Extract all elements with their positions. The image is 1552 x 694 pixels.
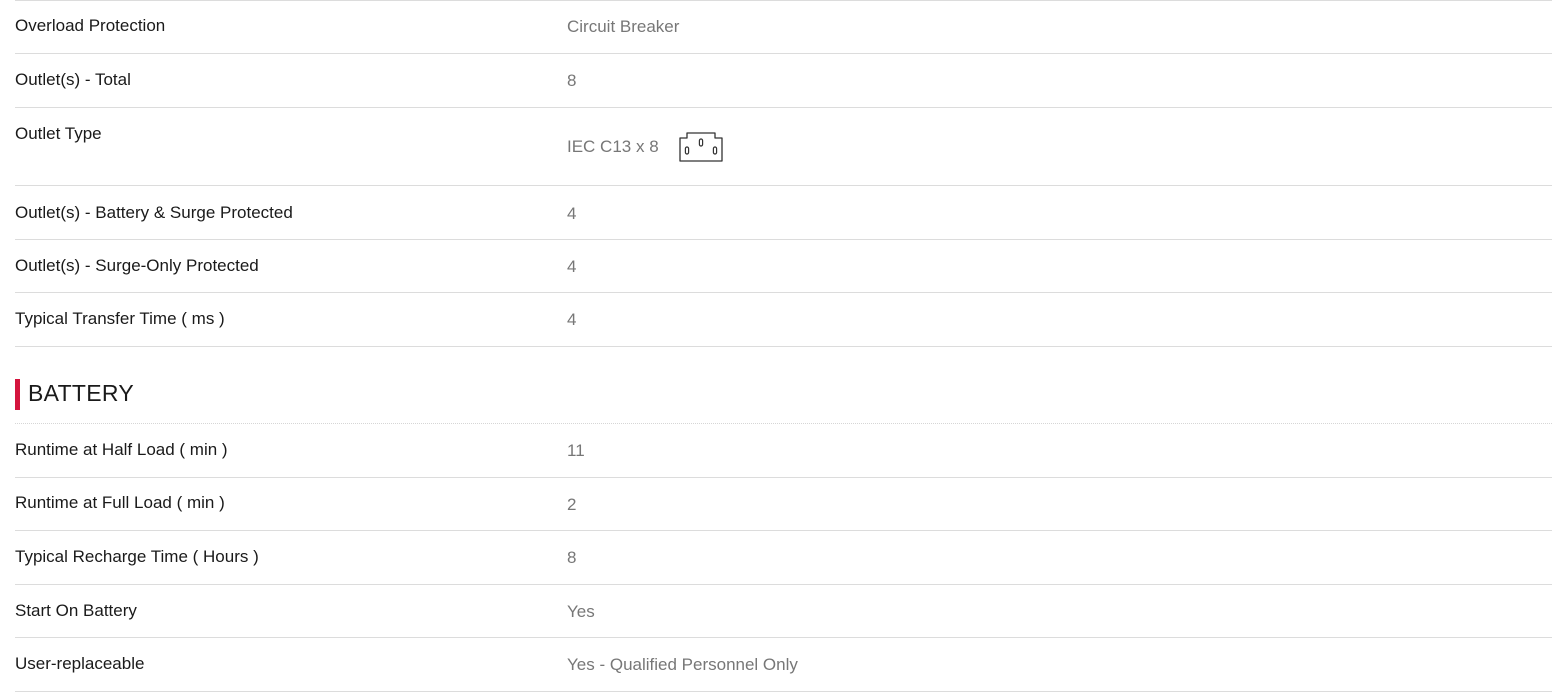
spec-row-outlet-type: Outlet Type IEC C13 x 8 bbox=[15, 108, 1552, 186]
section-accent-bar bbox=[15, 379, 20, 410]
spec-label: Overload Protection bbox=[15, 16, 166, 35]
iec-c13-outlet-icon bbox=[679, 132, 723, 162]
section-title: BATTERY bbox=[28, 380, 135, 406]
spec-row-runtime-half-load: Runtime at Half Load ( min ) 11 bbox=[15, 424, 1552, 478]
spec-row-overload-protection: Overload Protection Circuit Breaker bbox=[15, 1, 1552, 54]
spec-label: Typical Recharge Time ( Hours ) bbox=[15, 547, 259, 566]
spec-label: Runtime at Full Load ( min ) bbox=[15, 493, 225, 512]
spec-row-surge-only-outlets: Outlet(s) - Surge-Only Protected 4 bbox=[15, 240, 1552, 293]
spec-value: 11 bbox=[567, 441, 585, 460]
spec-label: Outlet Type bbox=[15, 124, 102, 143]
spec-label: Start On Battery bbox=[15, 601, 137, 620]
spec-label: Outlet(s) - Battery & Surge Protected bbox=[15, 203, 293, 222]
battery-section-header: BATTERY bbox=[15, 347, 1552, 424]
spec-value: Yes - Qualified Personnel Only bbox=[567, 655, 798, 674]
spec-row-runtime-full-load: Runtime at Full Load ( min ) 2 bbox=[15, 478, 1552, 531]
spec-row-start-on-battery: Start On Battery Yes bbox=[15, 585, 1552, 638]
spec-value: 2 bbox=[567, 495, 577, 514]
spec-label: User-replaceable bbox=[15, 654, 145, 673]
spec-value: IEC C13 x 8 bbox=[567, 137, 659, 156]
spec-row-outlets-total: Outlet(s) - Total 8 bbox=[15, 54, 1552, 108]
spec-value: 8 bbox=[567, 548, 577, 567]
spec-label: Runtime at Half Load ( min ) bbox=[15, 440, 228, 459]
spec-value: 8 bbox=[567, 71, 577, 90]
spec-row-recharge-time: Typical Recharge Time ( Hours ) 8 bbox=[15, 531, 1552, 585]
spec-value: Circuit Breaker bbox=[567, 17, 680, 36]
spec-value: 4 bbox=[567, 310, 577, 329]
spec-table: Overload Protection Circuit Breaker Outl… bbox=[15, 0, 1552, 692]
spec-label: Outlet(s) - Surge-Only Protected bbox=[15, 256, 259, 275]
spec-row-user-replaceable: User-replaceable Yes - Qualified Personn… bbox=[15, 638, 1552, 692]
spec-value: 4 bbox=[567, 257, 577, 276]
spec-label: Typical Transfer Time ( ms ) bbox=[15, 309, 225, 328]
spec-row-battery-surge-outlets: Outlet(s) - Battery & Surge Protected 4 bbox=[15, 186, 1552, 240]
spec-value: 4 bbox=[567, 204, 577, 223]
spec-row-transfer-time: Typical Transfer Time ( ms ) 4 bbox=[15, 293, 1552, 347]
spec-label: Outlet(s) - Total bbox=[15, 70, 131, 89]
spec-value: Yes bbox=[567, 602, 595, 621]
